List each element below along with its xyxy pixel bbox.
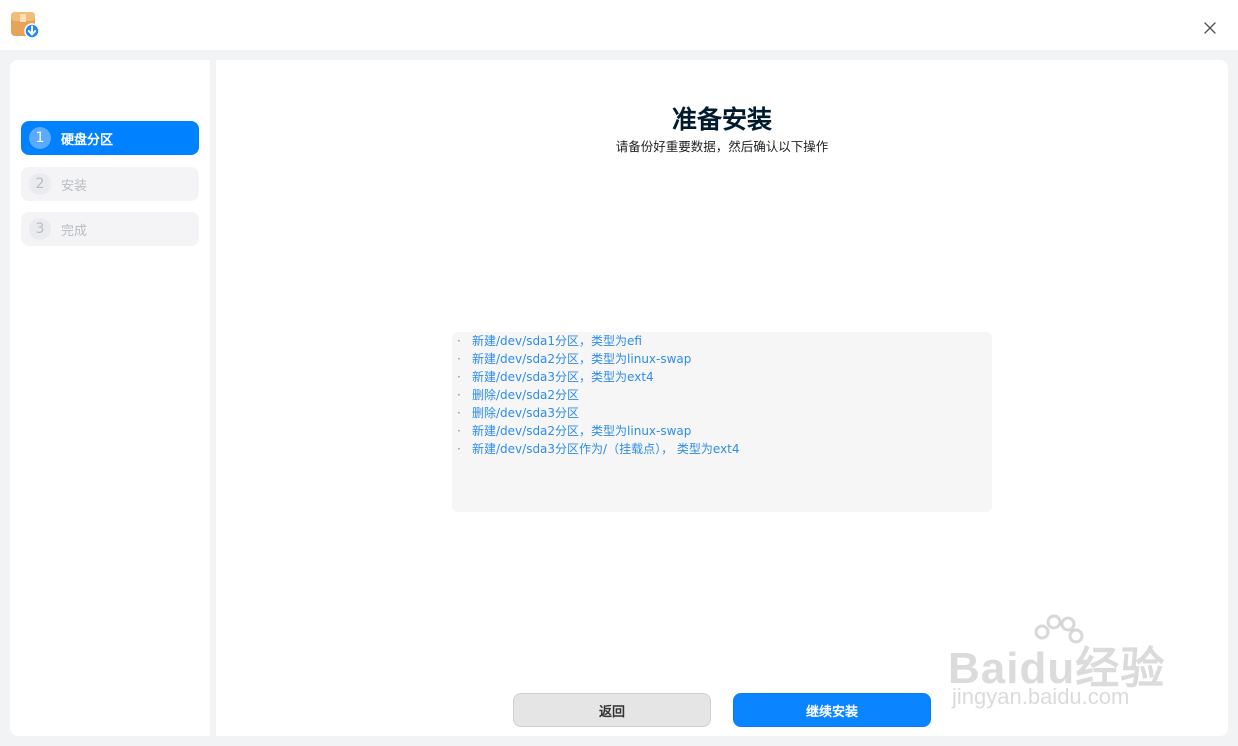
operation-item: · 新建/dev/sda2分区，类型为linux-swap	[452, 350, 992, 368]
operation-item: · 删除/dev/sda3分区	[452, 404, 992, 422]
close-icon[interactable]	[1200, 18, 1220, 38]
operation-item: · 新建/dev/sda1分区，类型为efi	[452, 332, 992, 350]
operation-text: 新建/dev/sda3分区作为/（挂载点）， 类型为ext4	[472, 442, 740, 456]
bullet: ·	[457, 334, 461, 348]
bullet: ·	[457, 388, 461, 402]
operation-item: · 新建/dev/sda3分区作为/（挂载点）， 类型为ext4	[452, 440, 992, 458]
bullet: ·	[457, 442, 461, 456]
step-label: 硬盘分区	[61, 132, 114, 148]
back-button[interactable]: 返回	[513, 693, 711, 727]
bullet: ·	[457, 352, 461, 366]
step-finish[interactable]: 3 完成	[21, 212, 199, 246]
page-subtitle: 请备份好重要数据，然后确认以下操作	[615, 139, 829, 154]
page-title: 准备安装	[671, 105, 772, 134]
step-number: 2	[29, 173, 51, 195]
continue-install-button[interactable]: 继续安装	[733, 693, 931, 727]
steps-sidebar: 1 硬盘分区 2 安装 3 完成	[10, 60, 210, 736]
step-disk-partition[interactable]: 1 硬盘分区	[21, 121, 199, 155]
operation-text: 删除/dev/sda3分区	[472, 406, 580, 420]
operation-text: 新建/dev/sda3分区，类型为ext4	[472, 370, 654, 384]
main-panel: 准备安装 请备份好重要数据，然后确认以下操作 · 新建/dev/sda1分区，类型…	[216, 60, 1228, 736]
operation-text: 新建/dev/sda2分区，类型为linux-swap	[472, 352, 692, 366]
bullet: ·	[457, 424, 461, 438]
package-installer-icon	[11, 12, 40, 39]
operations-list: · 新建/dev/sda1分区，类型为efi · 新建/dev/sda2分区，类型为…	[452, 332, 992, 458]
operation-text: 新建/dev/sda1分区，类型为efi	[472, 334, 642, 348]
operations-list-box[interactable]: · 新建/dev/sda1分区，类型为efi · 新建/dev/sda2分区，类型为…	[452, 332, 992, 512]
operation-item: · 新建/dev/sda2分区，类型为linux-swap	[452, 422, 992, 440]
step-number: 3	[29, 218, 51, 240]
operation-item: · 删除/dev/sda2分区	[452, 386, 992, 404]
step-number: 1	[29, 127, 51, 149]
step-install[interactable]: 2 安装	[21, 167, 199, 201]
bullet: ·	[457, 406, 461, 420]
operation-text: 新建/dev/sda2分区，类型为linux-swap	[472, 424, 692, 438]
step-label: 安装	[61, 178, 88, 194]
title-bar	[0, 0, 1238, 50]
bullet: ·	[457, 370, 461, 384]
operation-item: · 新建/dev/sda3分区，类型为ext4	[452, 368, 992, 386]
step-label: 完成	[61, 223, 88, 239]
operation-text: 删除/dev/sda2分区	[472, 388, 580, 402]
